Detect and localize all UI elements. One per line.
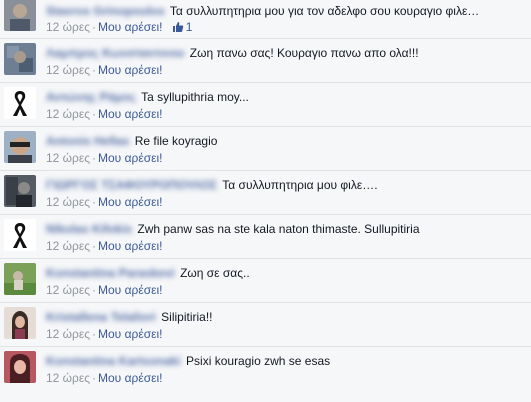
comment-text: Zwh panw sas na ste kala naton thimaste.…: [137, 222, 420, 236]
comment-row: Αντώνης Ράμος Ta syllupithria moy... 12 …: [0, 83, 531, 127]
like-count[interactable]: 1: [172, 20, 193, 34]
comment-text: Re file koyragio: [134, 134, 218, 148]
comment-row: Antonis Hellas Re file koyragio 12 ώρες ·…: [0, 127, 531, 171]
commenter-name[interactable]: Stavros Grinopoulos: [46, 4, 165, 18]
commenter-avatar[interactable]: [4, 351, 36, 383]
commenter-name[interactable]: Λαμπρος Κωνσταντινου: [46, 46, 184, 60]
comment-timestamp[interactable]: 12 ώρες: [46, 151, 90, 165]
comment-row: Konstantina Paraskevi Ζωη σε σας.. 12 ώρ…: [0, 259, 531, 303]
comment-timestamp[interactable]: 12 ώρες: [46, 20, 90, 34]
commenter-name[interactable]: Antonis Hellas: [46, 134, 129, 148]
comment-row: Konstantina Kartsonaki Psixi kouragio zw…: [0, 347, 531, 402]
comment-timestamp[interactable]: 12 ώρες: [46, 195, 90, 209]
comment-text: Ta syllupithria moy...: [141, 90, 249, 104]
like-link[interactable]: Μου αρέσει!: [98, 371, 162, 385]
comment-text: Ζωη πανω σας! Κουραγιο πανω απο ολα!!!: [189, 46, 419, 60]
comment-text: Τα συλλυπητηρια μου φιλε….: [222, 178, 378, 192]
comment-timestamp[interactable]: 12 ώρες: [46, 107, 90, 121]
black-ribbon-icon: [4, 87, 36, 119]
like-link[interactable]: Μου αρέσει!: [98, 20, 162, 34]
like-count-value: 1: [185, 20, 193, 34]
commenter-name[interactable]: Konstantina Paraskevi: [46, 266, 175, 280]
commenter-avatar[interactable]: [4, 131, 36, 163]
comment-timestamp[interactable]: 12 ώρες: [46, 63, 90, 77]
comment-row: ΓΙΩΡΓΟΣ ΤΣΑΦΟΥΡΟΠΟΥΛΟΣ Τα συλλυπητηρια μ…: [0, 171, 531, 215]
like-link[interactable]: Μου αρέσει!: [98, 327, 162, 341]
like-link[interactable]: Μου αρέσει!: [98, 283, 162, 297]
like-link[interactable]: Μου αρέσει!: [98, 239, 162, 253]
like-link[interactable]: Μου αρέσει!: [98, 195, 162, 209]
comment-row: Λαμπρος Κωνσταντινου Ζωη πανω σας! Κουρα…: [0, 39, 531, 83]
commenter-avatar[interactable]: [4, 43, 36, 75]
comment-row: Stavros Grinopoulos Τα συλλυπητηρια μου …: [0, 0, 531, 39]
commenter-name[interactable]: Kristallena Telaliori: [46, 310, 156, 324]
comment-text: Ζωη σε σας..: [180, 266, 250, 280]
comment-row: Kristallena Telaliori Silipitiria!! 12 ώ…: [0, 303, 531, 347]
commenter-avatar[interactable]: [4, 175, 36, 207]
comment-row: Nikolas Kifokis Zwh panw sas na ste kala…: [0, 215, 531, 259]
commenter-name[interactable]: Nikolas Kifokis: [46, 222, 132, 236]
comment-timestamp[interactable]: 12 ώρες: [46, 283, 90, 297]
comment-text: Silipitiria!!: [161, 310, 213, 324]
comment-timestamp[interactable]: 12 ώρες: [46, 371, 90, 385]
like-link[interactable]: Μου αρέσει!: [98, 107, 162, 121]
thumbs-up-icon: [172, 22, 184, 32]
comment-timestamp[interactable]: 12 ώρες: [46, 239, 90, 253]
comment-text: Τα συλλυπητηρια μου για τον αδελφο σου κ…: [169, 4, 480, 18]
like-link[interactable]: Μου αρέσει!: [98, 151, 162, 165]
commenter-avatar[interactable]: [4, 307, 36, 339]
commenter-name[interactable]: Konstantina Kartsonaki: [46, 354, 181, 368]
commenter-avatar[interactable]: [4, 219, 36, 251]
commenter-avatar[interactable]: [4, 263, 36, 295]
comment-timestamp[interactable]: 12 ώρες: [46, 327, 90, 341]
commenter-avatar[interactable]: [4, 87, 36, 119]
comment-text: Psixi kouragio zwh se esas: [186, 354, 331, 368]
commenter-avatar[interactable]: [4, 0, 36, 31]
commenter-name[interactable]: Αντώνης Ράμος: [46, 90, 136, 104]
comment-list: Stavros Grinopoulos Τα συλλυπητηρια μου …: [0, 0, 531, 402]
commenter-name[interactable]: ΓΙΩΡΓΟΣ ΤΣΑΦΟΥΡΟΠΟΥΛΟΣ: [46, 178, 217, 192]
black-ribbon-icon: [4, 219, 36, 251]
like-link[interactable]: Μου αρέσει!: [98, 63, 162, 77]
